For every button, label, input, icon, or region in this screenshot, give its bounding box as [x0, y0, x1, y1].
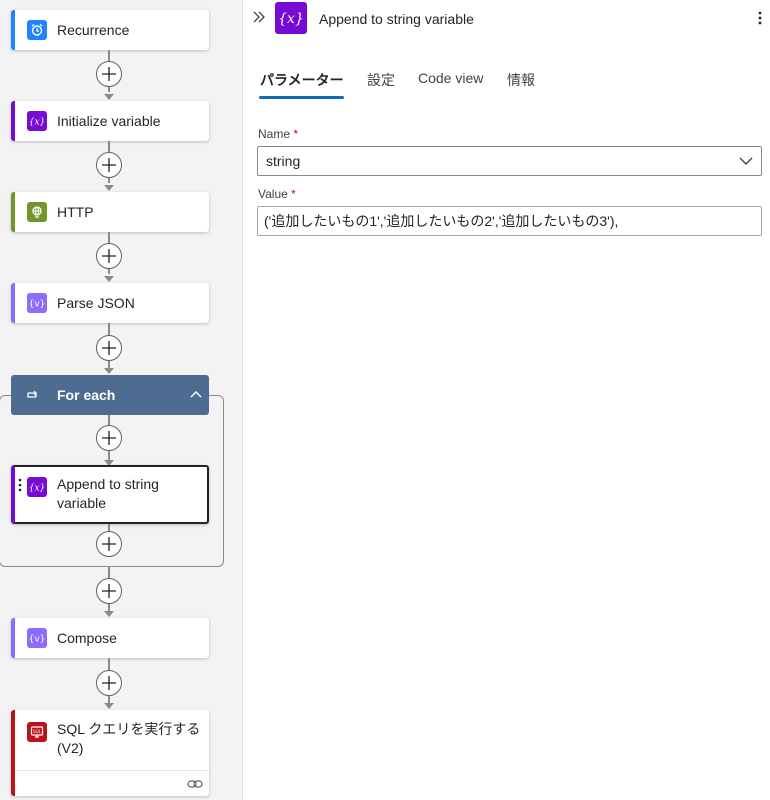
action-label: Recurrence — [57, 21, 130, 38]
plus-icon — [102, 537, 116, 551]
svg-text:{x}: {x} — [29, 484, 45, 494]
svg-text:{v}: {v} — [29, 635, 45, 645]
link-icon[interactable] — [187, 778, 203, 790]
plus-icon — [102, 249, 116, 263]
plus-icon — [102, 676, 116, 690]
action-label: Append to string variable — [57, 475, 159, 513]
action-label: SQL クエリを実行する (V2) — [57, 720, 200, 758]
connector-arrow — [104, 703, 114, 709]
action-label-line: (V2) — [57, 740, 84, 756]
alarm-clock-icon — [27, 20, 47, 40]
add-step-button[interactable] — [96, 61, 122, 87]
card-footer-divider — [15, 770, 209, 771]
action-label: Parse JSON — [57, 294, 135, 311]
required-mark: * — [291, 187, 296, 201]
action-label: HTTP — [57, 203, 94, 220]
parameters-panel: {x} Append to string variable パラメーター 設定 … — [242, 0, 770, 800]
connector-arrow — [104, 276, 114, 282]
action-card-for-each[interactable]: For each — [11, 375, 209, 415]
connector-arrow — [104, 368, 114, 374]
name-field-label: Name * — [258, 127, 298, 141]
plus-icon — [102, 341, 116, 355]
variable-icon: {x} — [27, 477, 47, 497]
add-step-button[interactable] — [96, 152, 122, 178]
action-card-sql-query[interactable]: SQL SQL クエリを実行する (V2) — [11, 710, 209, 796]
action-card-compose[interactable]: {v} Compose — [11, 618, 209, 658]
variable-icon: {x} — [275, 2, 307, 34]
value-label-text: Value — [258, 187, 288, 201]
value-input[interactable]: ('追加したいもの1','追加したいもの2','追加したいもの3'), — [257, 206, 762, 236]
action-card-http[interactable]: HTTP — [11, 192, 209, 232]
plus-icon — [102, 67, 116, 81]
connector-arrow — [104, 611, 114, 617]
add-step-button[interactable] — [96, 578, 122, 604]
add-step-button[interactable] — [96, 335, 122, 361]
plus-icon — [102, 431, 116, 445]
more-vertical-icon[interactable] — [758, 11, 762, 25]
tab-settings[interactable]: 設定 — [367, 70, 395, 90]
braces-icon: {v} — [27, 293, 47, 313]
required-mark: * — [293, 127, 299, 141]
action-label: Compose — [57, 629, 117, 646]
name-dropdown-value: string — [266, 153, 301, 169]
add-step-button[interactable] — [96, 531, 122, 557]
plus-icon — [102, 158, 116, 172]
action-label-line: SQL クエリを実行する — [57, 721, 201, 737]
chevron-down-icon[interactable] — [739, 156, 753, 166]
svg-text:{v}: {v} — [29, 300, 45, 310]
action-label-line: Append to string — [57, 476, 159, 492]
drag-handle-icon[interactable] — [18, 478, 22, 492]
globe-icon — [27, 202, 47, 222]
value-field-label: Value * — [258, 187, 296, 201]
action-card-recurrence[interactable]: Recurrence — [11, 10, 209, 50]
svg-text:SQL: SQL — [33, 729, 42, 734]
svg-text:{x}: {x} — [278, 11, 304, 27]
action-card-append-to-string-variable[interactable]: {x} Append to string variable — [11, 465, 209, 524]
braces-icon: {v} — [27, 628, 47, 648]
panel-title: Append to string variable — [319, 11, 474, 27]
action-card-parse-json[interactable]: {v} Parse JSON — [11, 283, 209, 323]
name-dropdown[interactable]: string — [257, 146, 762, 176]
name-label-text: Name — [258, 127, 291, 141]
tab-about[interactable]: 情報 — [507, 70, 535, 90]
action-label: For each — [57, 387, 116, 403]
add-step-button[interactable] — [96, 243, 122, 269]
value-input-text: ('追加したいもの1','追加したいもの2','追加したいもの3'), — [264, 213, 619, 229]
connector-arrow — [104, 94, 114, 100]
expand-panel-icon[interactable] — [253, 11, 265, 23]
tab-code-view[interactable]: Code view — [418, 70, 483, 86]
svg-text:{x}: {x} — [29, 118, 45, 128]
connector-arrow — [104, 185, 114, 191]
action-label: Initialize variable — [57, 112, 161, 129]
action-card-initialize-variable[interactable]: {x} Initialize variable — [11, 101, 209, 141]
action-label-line: variable — [57, 495, 107, 511]
loop-icon — [27, 390, 37, 398]
database-icon: SQL — [27, 722, 47, 742]
plus-icon — [102, 584, 116, 598]
add-step-button[interactable] — [96, 425, 122, 451]
flow-canvas: Recurrence {x} Initialize variable HTTP … — [0, 0, 242, 800]
variable-icon: {x} — [27, 111, 47, 131]
active-tab-underline — [259, 96, 344, 99]
chevron-up-icon[interactable] — [189, 388, 203, 402]
tab-parameters[interactable]: パラメーター — [260, 70, 344, 90]
add-step-button[interactable] — [96, 670, 122, 696]
